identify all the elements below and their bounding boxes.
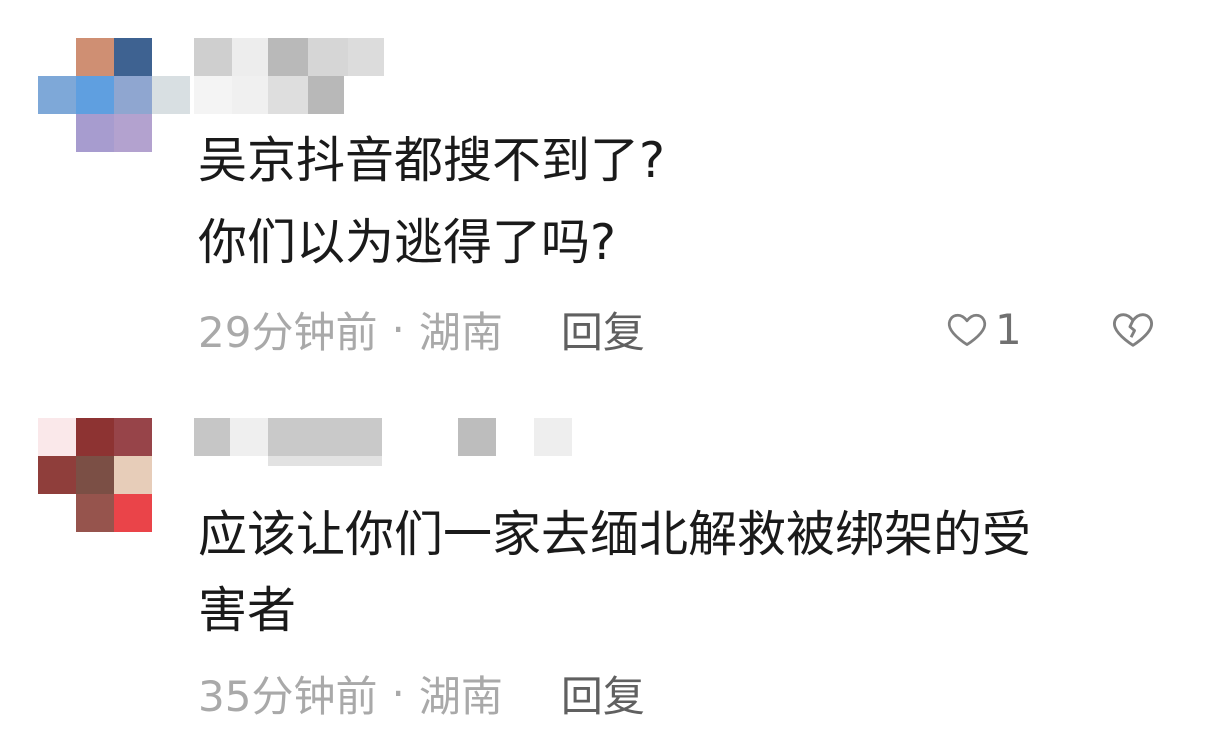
- reply-button[interactable]: 回复: [561, 663, 645, 724]
- dislike-button[interactable]: [1110, 306, 1156, 356]
- avatar-pixel: [76, 418, 114, 456]
- avatar-pixel: [152, 76, 190, 114]
- avatar[interactable]: [38, 418, 194, 532]
- comment-meta: 35分钟前 · 湖南 回复: [198, 668, 645, 721]
- location: 湖南: [418, 307, 503, 357]
- comment-text-line: 应该让你们一家去缅北解救被绑架的受: [198, 506, 1032, 563]
- avatar-pixel: [114, 494, 152, 532]
- avatar-pixel: [38, 418, 76, 456]
- comment-text-line: 吴京抖音都搜不到了?: [198, 132, 666, 189]
- avatar-pixel: [76, 456, 114, 494]
- avatar-pixel: [114, 38, 152, 76]
- broken-heart-icon: [1113, 313, 1153, 347]
- separator: ·: [391, 304, 405, 354]
- avatar-pixel: [38, 76, 76, 114]
- comment-meta: 29分钟前 · 湖南 回复: [198, 304, 645, 357]
- avatar-pixel: [76, 114, 114, 152]
- avatar-pixel: [114, 418, 152, 456]
- avatar-pixel: [38, 456, 76, 494]
- timestamp: 35分钟前: [198, 671, 378, 721]
- location: 湖南: [418, 671, 503, 721]
- timestamp: 29分钟前: [198, 307, 378, 357]
- avatar-pixel: [76, 76, 114, 114]
- avatar-pixel: [76, 494, 114, 532]
- like-count: 1: [995, 304, 1022, 354]
- username-blurred[interactable]: [194, 38, 594, 118]
- avatar-pixel: [76, 38, 114, 76]
- avatar-pixel: [114, 76, 152, 114]
- comment-text-line: 你们以为逃得了吗?: [198, 214, 617, 271]
- comment-text-line: 害者: [198, 582, 297, 639]
- avatar-pixel: [114, 114, 152, 152]
- like-button[interactable]: 1: [945, 304, 1022, 354]
- heart-outline-icon: [947, 313, 987, 346]
- username-blurred[interactable]: [194, 418, 594, 498]
- reply-button[interactable]: 回复: [561, 299, 645, 360]
- avatar-pixel: [114, 456, 152, 494]
- avatar[interactable]: [38, 38, 194, 152]
- separator: ·: [391, 668, 405, 718]
